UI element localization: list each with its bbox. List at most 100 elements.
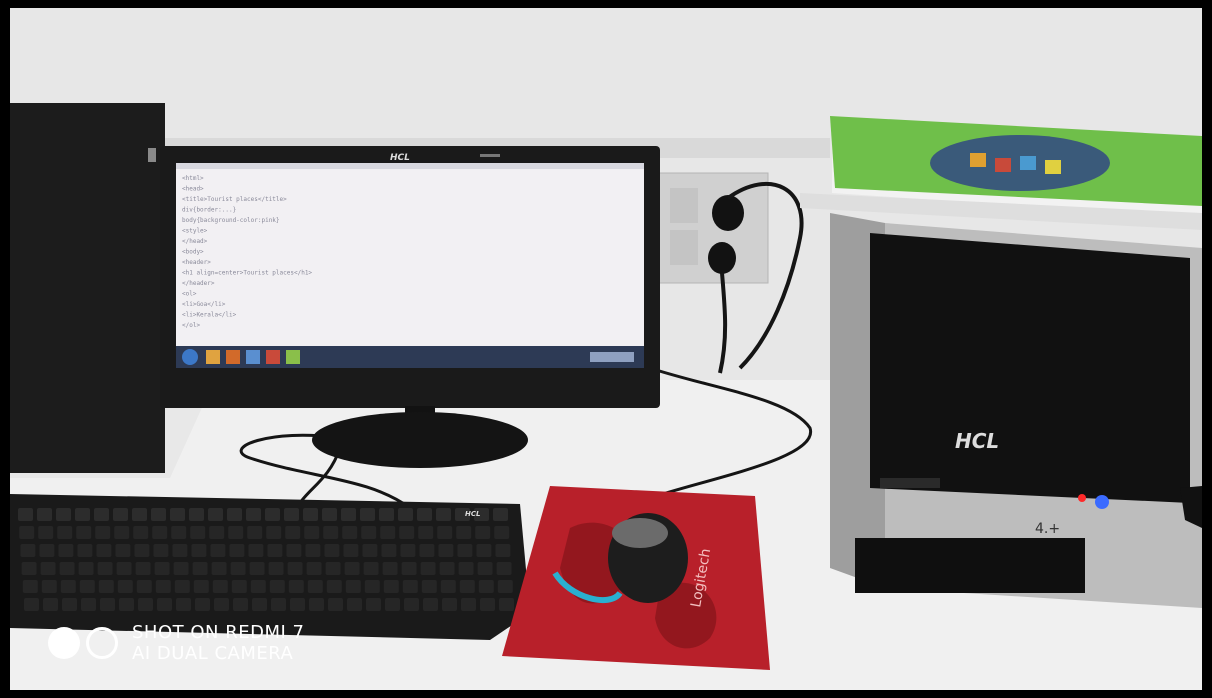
keyboard-key — [231, 580, 247, 593]
keyboard-key — [250, 580, 266, 593]
keyboard-key — [383, 580, 399, 593]
keyboard-key — [402, 580, 418, 593]
keyboard-key — [38, 526, 54, 539]
cpu-tower: HCL 4.+ — [830, 213, 1202, 608]
keyboard-key — [265, 508, 280, 521]
keyboard-key — [361, 526, 377, 539]
keyboard-key — [57, 526, 73, 539]
watermark-dot-filled-icon — [48, 627, 80, 659]
keyboard-key — [381, 544, 397, 557]
code-line: </ol> — [182, 322, 200, 329]
keyboard-key — [39, 544, 55, 557]
keyboard-key — [138, 598, 153, 611]
keyboard-key — [421, 580, 437, 593]
monitor-stand-base — [312, 412, 528, 468]
keyboard-key — [404, 598, 419, 611]
keyboard-key — [379, 508, 394, 521]
keyboard-key — [493, 508, 508, 521]
keyboard-key — [151, 508, 166, 521]
keyboard-key — [417, 508, 432, 521]
code-line: </header> — [182, 280, 215, 287]
mouse-top — [612, 518, 668, 548]
keyboard-key — [495, 544, 511, 557]
keyboard-key — [246, 508, 261, 521]
keyboard-key — [212, 580, 228, 593]
book-cover-icon — [1020, 156, 1036, 170]
keyboard-key — [228, 526, 244, 539]
keyboard-key — [208, 508, 223, 521]
keyboard-key — [366, 598, 381, 611]
keyboard-key — [476, 544, 492, 557]
keyboard-key — [420, 562, 436, 575]
keyboard-key — [18, 508, 33, 521]
keyboard-key — [364, 580, 380, 593]
keyboard-key — [19, 526, 35, 539]
keyboard-key — [189, 508, 204, 521]
taskbar-app-icon — [226, 350, 240, 364]
keyboard-key — [461, 598, 476, 611]
keyboard-key — [230, 562, 246, 575]
keyboard-key — [497, 580, 513, 593]
keyboard-key — [324, 544, 340, 557]
keyboard-key — [195, 598, 210, 611]
keyboard-key — [269, 580, 285, 593]
keyboard-key — [400, 544, 416, 557]
keyboard-key — [437, 526, 453, 539]
keyboard-key — [209, 526, 225, 539]
keyboard-key — [211, 562, 227, 575]
code-line: <head> — [182, 186, 204, 193]
keyboard-key — [271, 598, 286, 611]
keyboard-key — [347, 598, 362, 611]
power-button — [1095, 495, 1109, 509]
keyboard-key — [309, 598, 324, 611]
watermark-dot-ring-icon — [86, 627, 118, 659]
keyboard-key — [287, 562, 303, 575]
keyboard-key — [399, 526, 415, 539]
keyboard-key — [423, 598, 438, 611]
scene: <html> <head> <title>Tourist places</title… — [10, 8, 1202, 690]
keyboard-key — [401, 562, 417, 575]
keyboard-key — [436, 508, 451, 521]
keyboard-key — [60, 580, 76, 593]
keyboard-key — [267, 544, 283, 557]
keyboard-key — [457, 544, 473, 557]
power-plug — [712, 195, 744, 231]
keyboard-key — [419, 544, 435, 557]
keyboard: HCL — [10, 494, 530, 640]
keyboard-key — [288, 580, 304, 593]
keyboard-key — [133, 526, 149, 539]
keyboard-key — [459, 580, 475, 593]
keyboard-key — [322, 508, 337, 521]
keyboard-key — [342, 526, 358, 539]
keyboard-key — [385, 598, 400, 611]
book-cover-icon — [970, 153, 986, 167]
keyboard-key — [75, 508, 90, 521]
keyboard-key — [438, 544, 454, 557]
code-line: </head> — [182, 238, 208, 245]
keyboard-key — [439, 562, 455, 575]
keyboard-key — [135, 562, 151, 575]
cpu-handwriting: 4.+ — [1035, 521, 1060, 537]
keyboard-key — [344, 562, 360, 575]
keyboard-key — [343, 544, 359, 557]
keyboard-key — [152, 526, 168, 539]
keyboard-key — [100, 598, 115, 611]
left-case-edge — [148, 148, 156, 162]
keyboard-key — [119, 598, 134, 611]
keyboard-key — [153, 544, 169, 557]
keyboard-key — [59, 562, 75, 575]
keyboard-key — [440, 580, 456, 593]
keyboard-key — [79, 580, 95, 593]
power-plug — [708, 242, 736, 274]
keyboard-key — [345, 580, 361, 593]
keyboard-key — [76, 526, 92, 539]
keyboard-key — [284, 508, 299, 521]
photo-frame: <html> <head> <title>Tourist places</title… — [0, 0, 1212, 698]
taskbar-app-icon — [246, 350, 260, 364]
keyboard-key — [380, 526, 396, 539]
desk-photo: <html> <head> <title>Tourist places</title… — [10, 8, 1202, 690]
watermark-dots — [48, 627, 118, 659]
keyboard-key — [477, 562, 493, 575]
code-line: <li>Goa</li> — [182, 301, 226, 308]
watermark-line1: SHOT ON REDMI 7 — [132, 622, 305, 643]
